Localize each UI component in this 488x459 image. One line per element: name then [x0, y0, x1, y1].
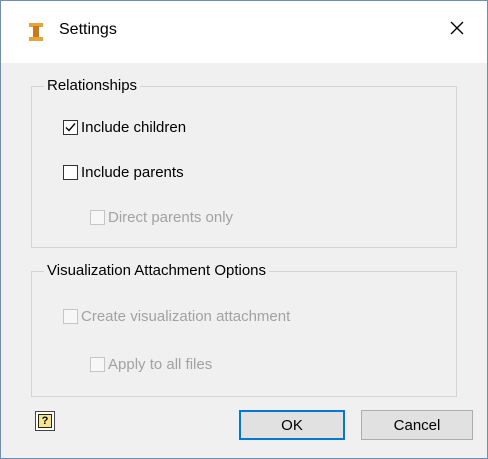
- include-parents-checkbox[interactable]: Include parents: [63, 162, 184, 182]
- close-button[interactable]: [443, 16, 471, 44]
- direct-parents-only-label: Direct parents only: [108, 208, 234, 226]
- settings-dialog: Settings Relationships Include children …: [0, 0, 488, 459]
- window-title: Settings: [59, 21, 117, 38]
- visualization-group: Visualization Attachment Options Create …: [31, 262, 457, 397]
- inventor-app-icon: [29, 23, 43, 41]
- checkbox-box[interactable]: [90, 356, 105, 372]
- help-button[interactable]: ?: [35, 411, 55, 431]
- visualization-legend: Visualization Attachment Options: [44, 262, 270, 279]
- checkbox-box[interactable]: [63, 308, 78, 324]
- cancel-button[interactable]: Cancel: [361, 410, 473, 440]
- title-bar: Settings: [1, 1, 487, 63]
- include-children-checkbox[interactable]: Include children: [63, 117, 186, 137]
- checkbox-box[interactable]: [90, 209, 105, 225]
- close-icon: [449, 20, 465, 40]
- apply-to-all-files-label: Apply to all files: [108, 355, 213, 373]
- checkbox-box[interactable]: [63, 164, 78, 180]
- relationships-legend: Relationships: [44, 77, 141, 94]
- apply-to-all-files-checkbox[interactable]: Apply to all files: [90, 354, 212, 374]
- create-visualization-attachment-label: Create visualization attachment: [81, 307, 291, 325]
- include-children-label: Include children: [81, 118, 187, 136]
- relationships-group: Relationships Include children Include p…: [31, 77, 457, 248]
- direct-parents-only-checkbox[interactable]: Direct parents only: [90, 207, 233, 227]
- ok-button[interactable]: OK: [239, 410, 345, 440]
- create-visualization-attachment-checkbox[interactable]: Create visualization attachment: [63, 306, 290, 326]
- checkbox-box[interactable]: [63, 119, 78, 135]
- checkmark-icon: [65, 122, 76, 132]
- help-icon: ?: [38, 414, 52, 428]
- include-parents-label: Include parents: [81, 163, 184, 181]
